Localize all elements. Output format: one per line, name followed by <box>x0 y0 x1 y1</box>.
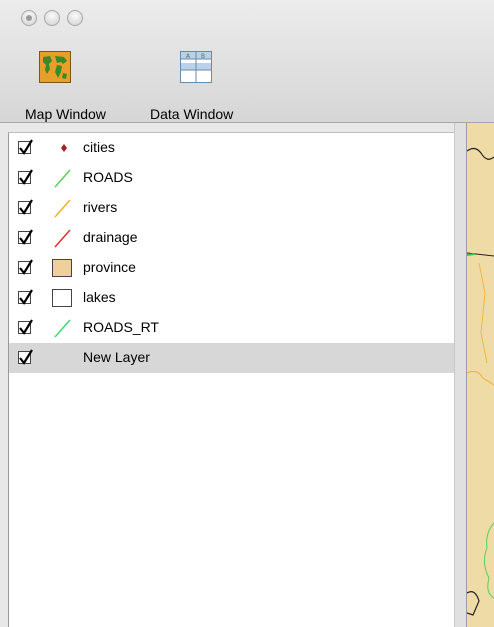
layer-name: drainage <box>83 229 138 245</box>
line-symbol-icon <box>52 227 76 249</box>
checkmark-icon <box>19 229 33 245</box>
zoom-window-button[interactable] <box>67 10 83 26</box>
layer-visibility-checkbox[interactable] <box>18 349 33 365</box>
layer-visibility-checkbox[interactable] <box>18 319 33 335</box>
line-symbol-icon <box>52 167 76 189</box>
layer-row-roads-rt[interactable]: ROADS_RT <box>9 313 454 343</box>
data-window-label: Data Window <box>150 106 234 122</box>
layer-row-drainage[interactable]: drainage <box>9 223 454 253</box>
layer-visibility-checkbox[interactable] <box>18 229 33 245</box>
point-symbol-icon <box>52 137 76 159</box>
split-view-divider[interactable] <box>454 123 467 627</box>
fill-symbol-icon <box>52 287 76 309</box>
layer-visibility-checkbox[interactable] <box>18 199 33 215</box>
window-titlebar: Map Window A B Data Window <box>0 0 494 123</box>
layer-visibility-checkbox[interactable] <box>18 169 33 185</box>
checkmark-icon <box>19 169 33 185</box>
layer-visibility-checkbox[interactable] <box>18 289 33 305</box>
layer-visibility-checkbox[interactable] <box>18 259 33 275</box>
layer-row-roads[interactable]: ROADS <box>9 163 454 193</box>
layer-row-lakes[interactable]: lakes <box>9 283 454 313</box>
checkmark-icon <box>19 139 33 155</box>
close-window-button[interactable] <box>21 10 37 26</box>
layer-row-cities[interactable]: cities <box>9 133 454 163</box>
layer-list: cities ROADS rivers drainage province la… <box>8 132 454 627</box>
layer-row-new-layer[interactable]: New Layer <box>9 343 454 373</box>
layer-name: ROADS_RT <box>83 319 159 335</box>
layer-visibility-checkbox[interactable] <box>18 139 33 155</box>
layer-name: ROADS <box>83 169 133 185</box>
checkmark-icon <box>19 349 33 365</box>
checkmark-icon <box>19 319 33 335</box>
map-window-label: Map Window <box>25 106 106 122</box>
map-icon <box>39 51 71 83</box>
minimize-window-button[interactable] <box>44 10 60 26</box>
checkmark-icon <box>19 289 33 305</box>
layer-name: rivers <box>83 199 118 215</box>
line-symbol-icon <box>52 317 76 339</box>
layer-name: cities <box>83 139 115 155</box>
svg-text:B: B <box>201 53 205 60</box>
layer-row-rivers[interactable]: rivers <box>9 193 454 223</box>
layer-row-province[interactable]: province <box>9 253 454 283</box>
table-icon: A B <box>180 51 212 83</box>
line-symbol-icon <box>52 197 76 219</box>
layer-name: province <box>83 259 136 275</box>
checkmark-icon <box>19 259 33 275</box>
fill-symbol-icon <box>52 257 76 279</box>
layer-name: New Layer <box>83 349 150 365</box>
checkmark-icon <box>19 199 33 215</box>
layer-name: lakes <box>83 289 116 305</box>
map-canvas[interactable] <box>467 123 494 627</box>
